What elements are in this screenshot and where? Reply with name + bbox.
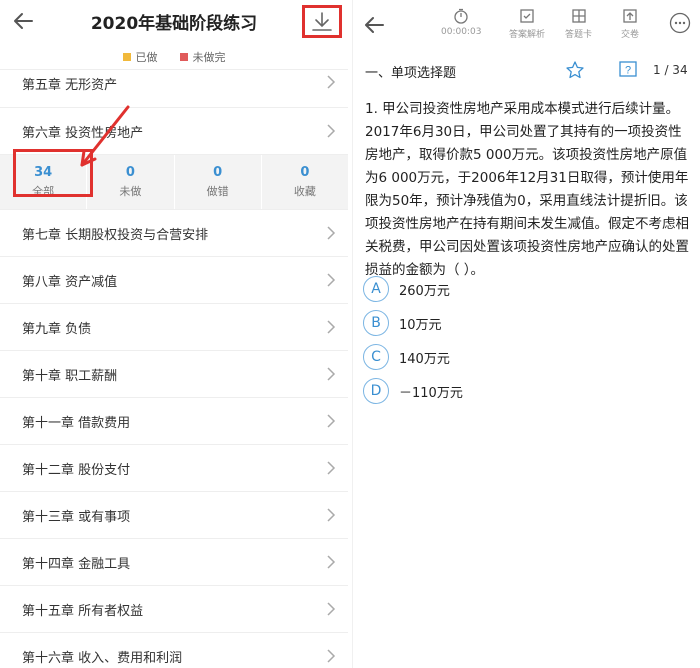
chapter-item[interactable]: 第十三章 或有事项 bbox=[0, 492, 348, 539]
chevron-right-icon bbox=[327, 414, 336, 428]
section-title: 一、单项选择题 bbox=[365, 66, 457, 81]
chevron-right-icon bbox=[327, 367, 336, 381]
chapter-item[interactable]: 第八章 资产减值 bbox=[0, 257, 348, 304]
timer: 00:00:03 bbox=[441, 8, 481, 37]
chapter-list-screen: 2020年基础阶段练习 已做 未做完 第五章 无形资产 第六章 投资性房地产 3… bbox=[0, 0, 348, 668]
question-screen: 00:00:03 答案解析 答题卡 交卷 一、单项选择题 ? 1 / 34 1. bbox=[352, 0, 700, 668]
question-text: 1. 甲公司投资性房地产采用成本模式进行后续计量。2017年6月30日，甲公司处… bbox=[365, 101, 689, 278]
chapter-item[interactable]: 第十二章 股份支付 bbox=[0, 445, 348, 492]
chevron-right-icon bbox=[327, 320, 336, 334]
timer-text: 00:00:03 bbox=[441, 27, 482, 37]
toolbar: 00:00:03 答案解析 答题卡 交卷 bbox=[353, 0, 700, 46]
undone-swatch bbox=[179, 52, 188, 61]
option-b[interactable]: B 10万元 bbox=[363, 306, 693, 340]
analysis-button[interactable]: 答案解析 bbox=[509, 8, 545, 40]
answer-card-button[interactable]: 答题卡 bbox=[565, 8, 592, 40]
back-arrow-icon[interactable] bbox=[361, 12, 387, 38]
svg-text:?: ? bbox=[625, 65, 631, 77]
stopwatch-icon bbox=[454, 8, 468, 24]
chevron-right-icon bbox=[327, 602, 336, 616]
option-a[interactable]: A 260万元 bbox=[363, 272, 693, 306]
chapter-item[interactable]: 第十章 职工薪酬 bbox=[0, 351, 348, 398]
submit-button[interactable]: 交卷 bbox=[621, 8, 639, 40]
done-swatch bbox=[122, 52, 131, 61]
chapter-item[interactable]: 第十六章 收入、费用和利润 bbox=[0, 633, 348, 668]
checklist-icon bbox=[520, 9, 534, 23]
chevron-right-icon bbox=[327, 273, 336, 287]
chapter-item[interactable]: 第十五章 所有者权益 bbox=[0, 586, 348, 633]
chevron-right-icon bbox=[327, 649, 336, 663]
option-c[interactable]: C 140万元 bbox=[363, 340, 693, 374]
question-feedback-icon[interactable]: ? bbox=[618, 60, 638, 80]
grid-icon bbox=[571, 9, 586, 23]
page-indicator: 1 / 34 bbox=[653, 63, 688, 77]
download-icon bbox=[312, 11, 332, 31]
option-d[interactable]: D －110万元 bbox=[363, 374, 693, 408]
stat-wrong[interactable]: 0 做错 bbox=[175, 155, 262, 209]
option-letter: C bbox=[363, 344, 389, 370]
annotation-arrow-icon bbox=[80, 105, 130, 167]
option-letter: B bbox=[363, 310, 389, 336]
chapter-item[interactable]: 第十一章 借款费用 bbox=[0, 398, 348, 445]
legend-done: 已做 bbox=[122, 49, 158, 65]
chevron-right-icon bbox=[327, 555, 336, 569]
download-button[interactable] bbox=[302, 5, 342, 38]
star-icon[interactable] bbox=[565, 60, 585, 80]
legend-undone: 未做完 bbox=[179, 49, 226, 65]
page-title: 2020年基础阶段练习 bbox=[90, 14, 258, 34]
question-header: 一、单项选择题 ? 1 / 34 bbox=[353, 52, 700, 88]
chapter-item[interactable]: 第七章 长期股权投资与合营安排 bbox=[0, 210, 348, 257]
options-list: A 260万元 B 10万元 C 140万元 D －110万元 bbox=[363, 272, 693, 408]
option-letter: D bbox=[363, 378, 389, 404]
option-letter: A bbox=[363, 276, 389, 302]
chapter-item[interactable]: 第五章 无形资产 bbox=[0, 70, 348, 108]
chevron-right-icon bbox=[327, 508, 336, 522]
chevron-right-icon bbox=[327, 75, 336, 89]
upload-icon bbox=[623, 9, 637, 23]
stat-favorites[interactable]: 0 收藏 bbox=[262, 155, 348, 209]
chapter-item[interactable]: 第十四章 金融工具 bbox=[0, 539, 348, 586]
chapter-item[interactable]: 第九章 负债 bbox=[0, 304, 348, 351]
chevron-right-icon bbox=[327, 461, 336, 475]
chevron-right-icon bbox=[327, 124, 336, 138]
chapter-item[interactable]: 第六章 投资性房地产 bbox=[0, 108, 348, 155]
chevron-right-icon bbox=[327, 226, 336, 240]
more-icon[interactable] bbox=[669, 12, 691, 34]
header: 2020年基础阶段练习 bbox=[0, 0, 348, 42]
legend: 已做 未做完 bbox=[0, 44, 348, 70]
